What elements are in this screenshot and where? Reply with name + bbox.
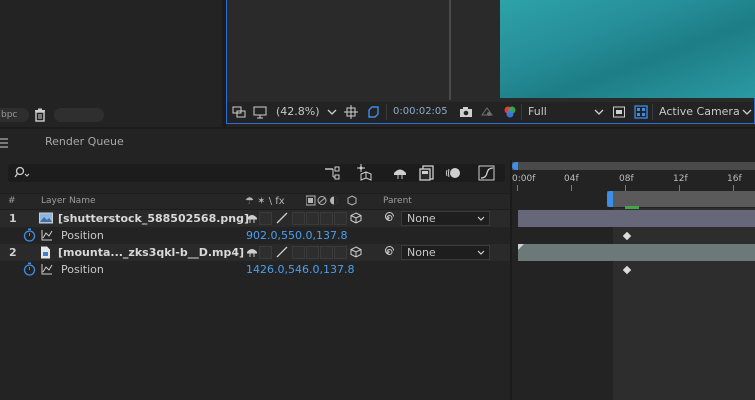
- timeline-shaded-region: [613, 208, 755, 400]
- effect-switch[interactable]: [292, 212, 305, 225]
- ruler-tick-label: 08f: [619, 174, 634, 184]
- zoom-value[interactable]: (42.8%): [276, 104, 320, 120]
- column-switches[interactable]: ☂ ✶ \ fx: [245, 196, 285, 207]
- layer-duration-bar[interactable]: [518, 210, 755, 227]
- ruler-tick-label: 04f: [564, 174, 579, 184]
- shy-switch-icon[interactable]: [246, 246, 258, 258]
- work-area-bar[interactable]: [512, 162, 755, 170]
- project-scrollbar[interactable]: [54, 108, 104, 122]
- work-area-start-handle[interactable]: [512, 162, 518, 170]
- quality-switch-icon[interactable]: [276, 212, 288, 224]
- property-name: Position: [61, 263, 104, 276]
- image-file-icon: [39, 212, 53, 224]
- chevron-down-icon[interactable]: [476, 214, 486, 224]
- camera-snapshot-icon[interactable]: [459, 105, 473, 119]
- layer-name[interactable]: [shutterstock_588502568.png]: [58, 210, 249, 227]
- pick-whip-icon[interactable]: [382, 246, 394, 258]
- viewer-guide-line: [449, 0, 451, 100]
- adjustment-switch[interactable]: [334, 212, 347, 225]
- chevron-down-icon[interactable]: [592, 105, 606, 119]
- current-time-indicator[interactable]: [607, 191, 613, 207]
- property-name: Position: [61, 229, 104, 242]
- color-channels-icon[interactable]: [503, 105, 517, 119]
- mask-visibility-icon[interactable]: [366, 105, 380, 119]
- layer-name[interactable]: [mounta..._zks3qkl-b__D.mp4]: [58, 244, 244, 261]
- graph-icon[interactable]: [41, 229, 53, 241]
- ruler-tick-label: 12f: [673, 174, 688, 184]
- frame-blend-switch[interactable]: [306, 212, 319, 225]
- layer-duration-bar[interactable]: [518, 244, 755, 261]
- trash-icon[interactable]: [33, 108, 47, 122]
- stopwatch-icon[interactable]: [23, 228, 36, 242]
- motion-blur-icon[interactable]: [444, 164, 462, 182]
- property-value[interactable]: 1426.0,546.0,137.8: [246, 261, 354, 278]
- ruler-tick: [517, 185, 518, 191]
- shy-switch-icon[interactable]: [246, 212, 258, 224]
- composition-image: [500, 0, 755, 98]
- property-value[interactable]: 902.0,550.0,137.8: [246, 227, 347, 244]
- chevron-down-icon[interactable]: [740, 105, 754, 119]
- shy-layers-icon[interactable]: [391, 164, 409, 182]
- layer-index: 2: [9, 246, 17, 259]
- layer-index: 1: [9, 212, 17, 225]
- draft-3d-icon[interactable]: [357, 164, 375, 182]
- column-layer-name[interactable]: Layer Name: [41, 196, 96, 206]
- motion-blur-switch[interactable]: [320, 246, 333, 259]
- column-number[interactable]: #: [8, 196, 16, 206]
- chevron-down-icon[interactable]: [476, 248, 486, 258]
- show-snapshot-icon[interactable]: [480, 105, 494, 119]
- grid-guide-icon[interactable]: [344, 105, 358, 119]
- column-parent[interactable]: Parent: [383, 196, 412, 206]
- always-preview-icon[interactable]: [232, 105, 246, 119]
- bpc-button[interactable]: bpc: [0, 108, 29, 122]
- toolbar-divider: [652, 104, 653, 120]
- parent-select-value: None: [407, 246, 436, 259]
- time-navigator-bar[interactable]: [607, 191, 755, 207]
- collapse-switch[interactable]: [259, 246, 272, 259]
- search-icon[interactable]: [14, 166, 30, 180]
- ruler-tick-label: 16f: [727, 174, 742, 184]
- tab-render-queue[interactable]: Render Queue: [45, 135, 124, 148]
- composition-flowchart-icon[interactable]: [323, 164, 341, 182]
- panel-splitter[interactable]: [0, 127, 755, 129]
- frame-blending-icon[interactable]: [418, 164, 436, 182]
- motion-blur-switch[interactable]: [320, 212, 333, 225]
- graph-icon[interactable]: [41, 263, 53, 275]
- frame-blend-switch[interactable]: [306, 246, 319, 259]
- pick-whip-icon[interactable]: [382, 212, 394, 224]
- stopwatch-icon[interactable]: [23, 262, 36, 276]
- effect-switch[interactable]: [292, 246, 305, 259]
- region-of-interest-icon[interactable]: [612, 105, 626, 119]
- video-file-icon: [41, 246, 50, 259]
- chevron-down-icon[interactable]: [325, 105, 339, 119]
- cache-indicator: [625, 206, 639, 209]
- ruler-tick: [571, 185, 572, 191]
- 3d-layer-icon[interactable]: [350, 246, 362, 258]
- layer-in-point-marker: [518, 244, 524, 250]
- switch-column-icons: [306, 195, 357, 206]
- quality-switch-icon[interactable]: [276, 246, 288, 258]
- 3d-layer-icon[interactable]: [350, 212, 362, 224]
- monitor-icon[interactable]: [253, 105, 267, 119]
- toolbar-divider: [386, 104, 387, 120]
- toolbar-divider: [521, 104, 522, 120]
- resolution-select[interactable]: Full: [528, 104, 547, 120]
- ruler-tick-label: 0:00f: [512, 174, 536, 184]
- transparency-grid-icon[interactable]: [634, 105, 648, 119]
- hamburger-menu-icon[interactable]: [0, 138, 8, 148]
- timecode[interactable]: 0:00:02:05: [393, 104, 448, 120]
- graph-editor-icon[interactable]: [478, 164, 496, 182]
- camera-select[interactable]: Active Camera: [659, 104, 740, 120]
- parent-select-value: None: [407, 212, 436, 225]
- adjustment-switch[interactable]: [334, 246, 347, 259]
- collapse-switch[interactable]: [259, 212, 272, 225]
